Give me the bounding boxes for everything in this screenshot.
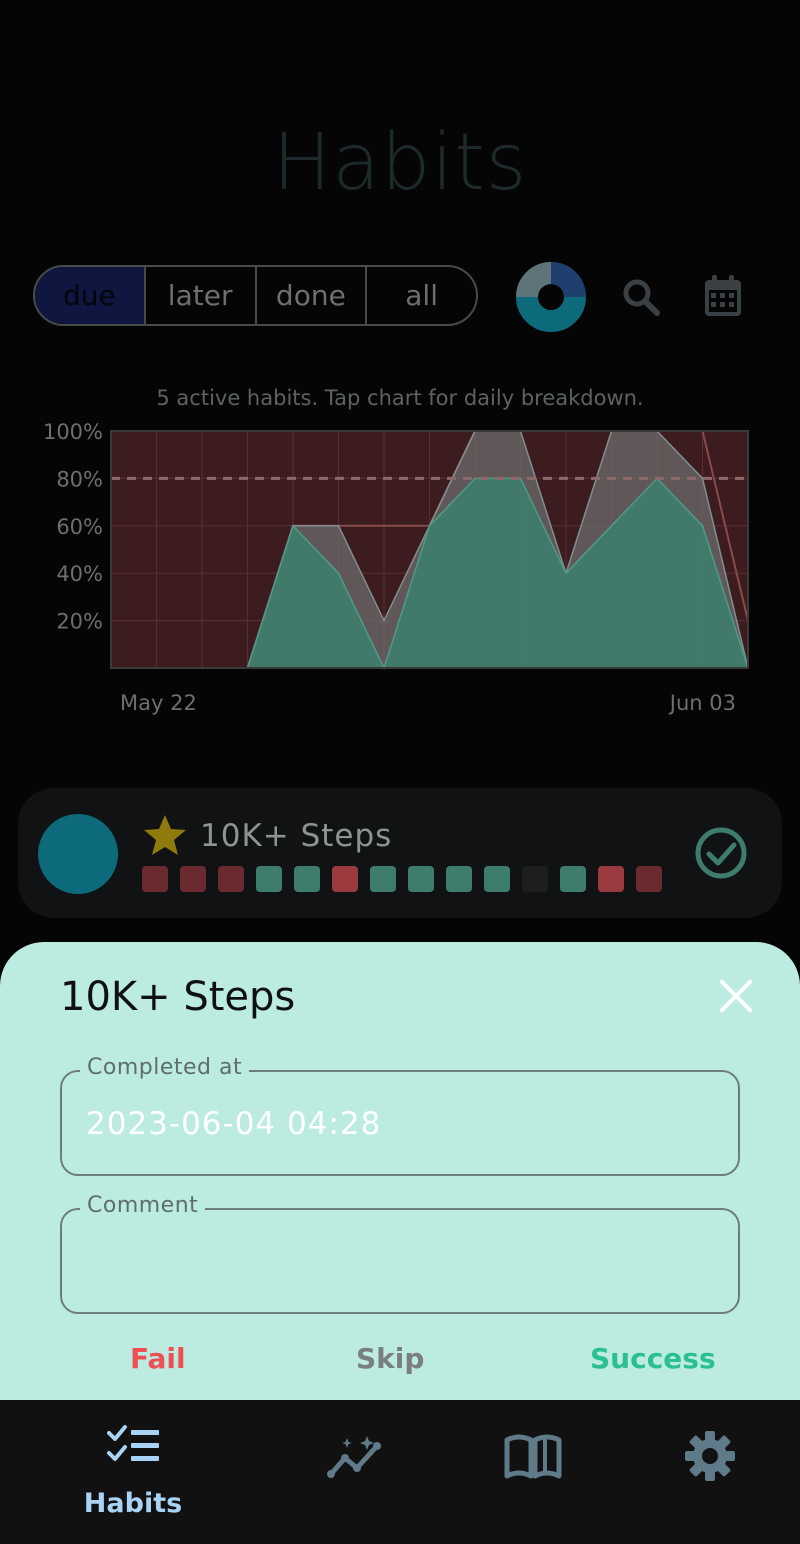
fail-button[interactable]: Fail xyxy=(130,1342,186,1375)
nav-item-journal[interactable] xyxy=(433,1400,633,1544)
chart-x-tick-label: May 22 xyxy=(120,691,197,715)
star-icon xyxy=(144,815,186,855)
nav-item-insights[interactable] xyxy=(255,1400,455,1544)
chart-y-tick-label: 40% xyxy=(56,562,103,586)
book-icon xyxy=(504,1434,562,1479)
history-cell xyxy=(142,866,168,892)
history-cell xyxy=(446,866,472,892)
habit-completion-sheet: 10K+ Steps Completed at 2023-06-04 04:28… xyxy=(0,942,800,1402)
chart-caption: 5 active habits. Tap chart for daily bre… xyxy=(156,386,644,410)
sheet-actions: Fail Skip Success xyxy=(0,1342,800,1378)
progress-donut-icon[interactable] xyxy=(515,261,587,333)
calendar-icon xyxy=(705,275,741,316)
history-cell xyxy=(408,866,434,892)
sheet-title: 10K+ Steps xyxy=(60,974,296,1020)
search-button[interactable] xyxy=(618,274,664,320)
completed-at-field[interactable]: Completed at 2023-06-04 04:28 xyxy=(60,1055,740,1176)
history-cell xyxy=(180,866,206,892)
history-cell xyxy=(522,866,548,892)
history-cell xyxy=(598,866,624,892)
history-cell xyxy=(560,866,586,892)
settings-icon xyxy=(685,1431,735,1481)
tab-due[interactable]: due xyxy=(35,267,146,324)
search-icon xyxy=(623,279,660,316)
completed-at-value: 2023-06-04 04:28 xyxy=(86,1106,382,1142)
completion-chart[interactable]: 100% 80% 60% 40% 20% May 22 Jun 03 xyxy=(0,420,800,720)
nav-item-settings[interactable] xyxy=(610,1400,800,1544)
calendar-button[interactable] xyxy=(700,272,746,320)
close-icon[interactable] xyxy=(716,976,756,1016)
history-cell xyxy=(294,866,320,892)
chart-x-tick-label: Jun 03 xyxy=(668,691,736,715)
habit-name: 10K+ Steps xyxy=(200,818,393,854)
chart-y-tick-label: 100% xyxy=(43,420,103,444)
chart-y-tick-label: 20% xyxy=(56,610,103,634)
habit-avatar[interactable] xyxy=(38,814,118,894)
checklist-icon xyxy=(107,1425,159,1461)
comment-field[interactable]: Comment xyxy=(60,1193,740,1314)
nav-item-habits[interactable]: Habits xyxy=(33,1400,233,1544)
chart-y-tick-label: 80% xyxy=(56,467,103,491)
nav-label-habits: Habits xyxy=(83,1488,183,1519)
filter-segmented-control: due later done all xyxy=(33,265,478,326)
habit-card[interactable]: 10K+ Steps xyxy=(18,788,782,918)
skip-button[interactable]: Skip xyxy=(356,1342,424,1375)
success-button[interactable]: Success xyxy=(590,1342,716,1375)
tab-done[interactable]: done xyxy=(257,267,368,324)
history-cell xyxy=(484,866,510,892)
page-title: Habits xyxy=(272,118,528,208)
tab-all[interactable]: all xyxy=(367,267,476,324)
chart-y-tick-label: 60% xyxy=(56,515,103,539)
habit-history xyxy=(142,866,674,892)
history-cell xyxy=(370,866,396,892)
comment-label: Comment xyxy=(80,1193,206,1218)
check-circle-icon[interactable] xyxy=(694,826,748,880)
bottom-navigation: Habits xyxy=(0,1400,800,1544)
history-cell xyxy=(332,866,358,892)
history-cell xyxy=(636,866,662,892)
history-cell xyxy=(218,866,244,892)
insights-icon xyxy=(327,1436,381,1478)
tab-later[interactable]: later xyxy=(146,267,257,324)
completed-at-label: Completed at xyxy=(80,1055,250,1080)
history-cell xyxy=(256,866,282,892)
